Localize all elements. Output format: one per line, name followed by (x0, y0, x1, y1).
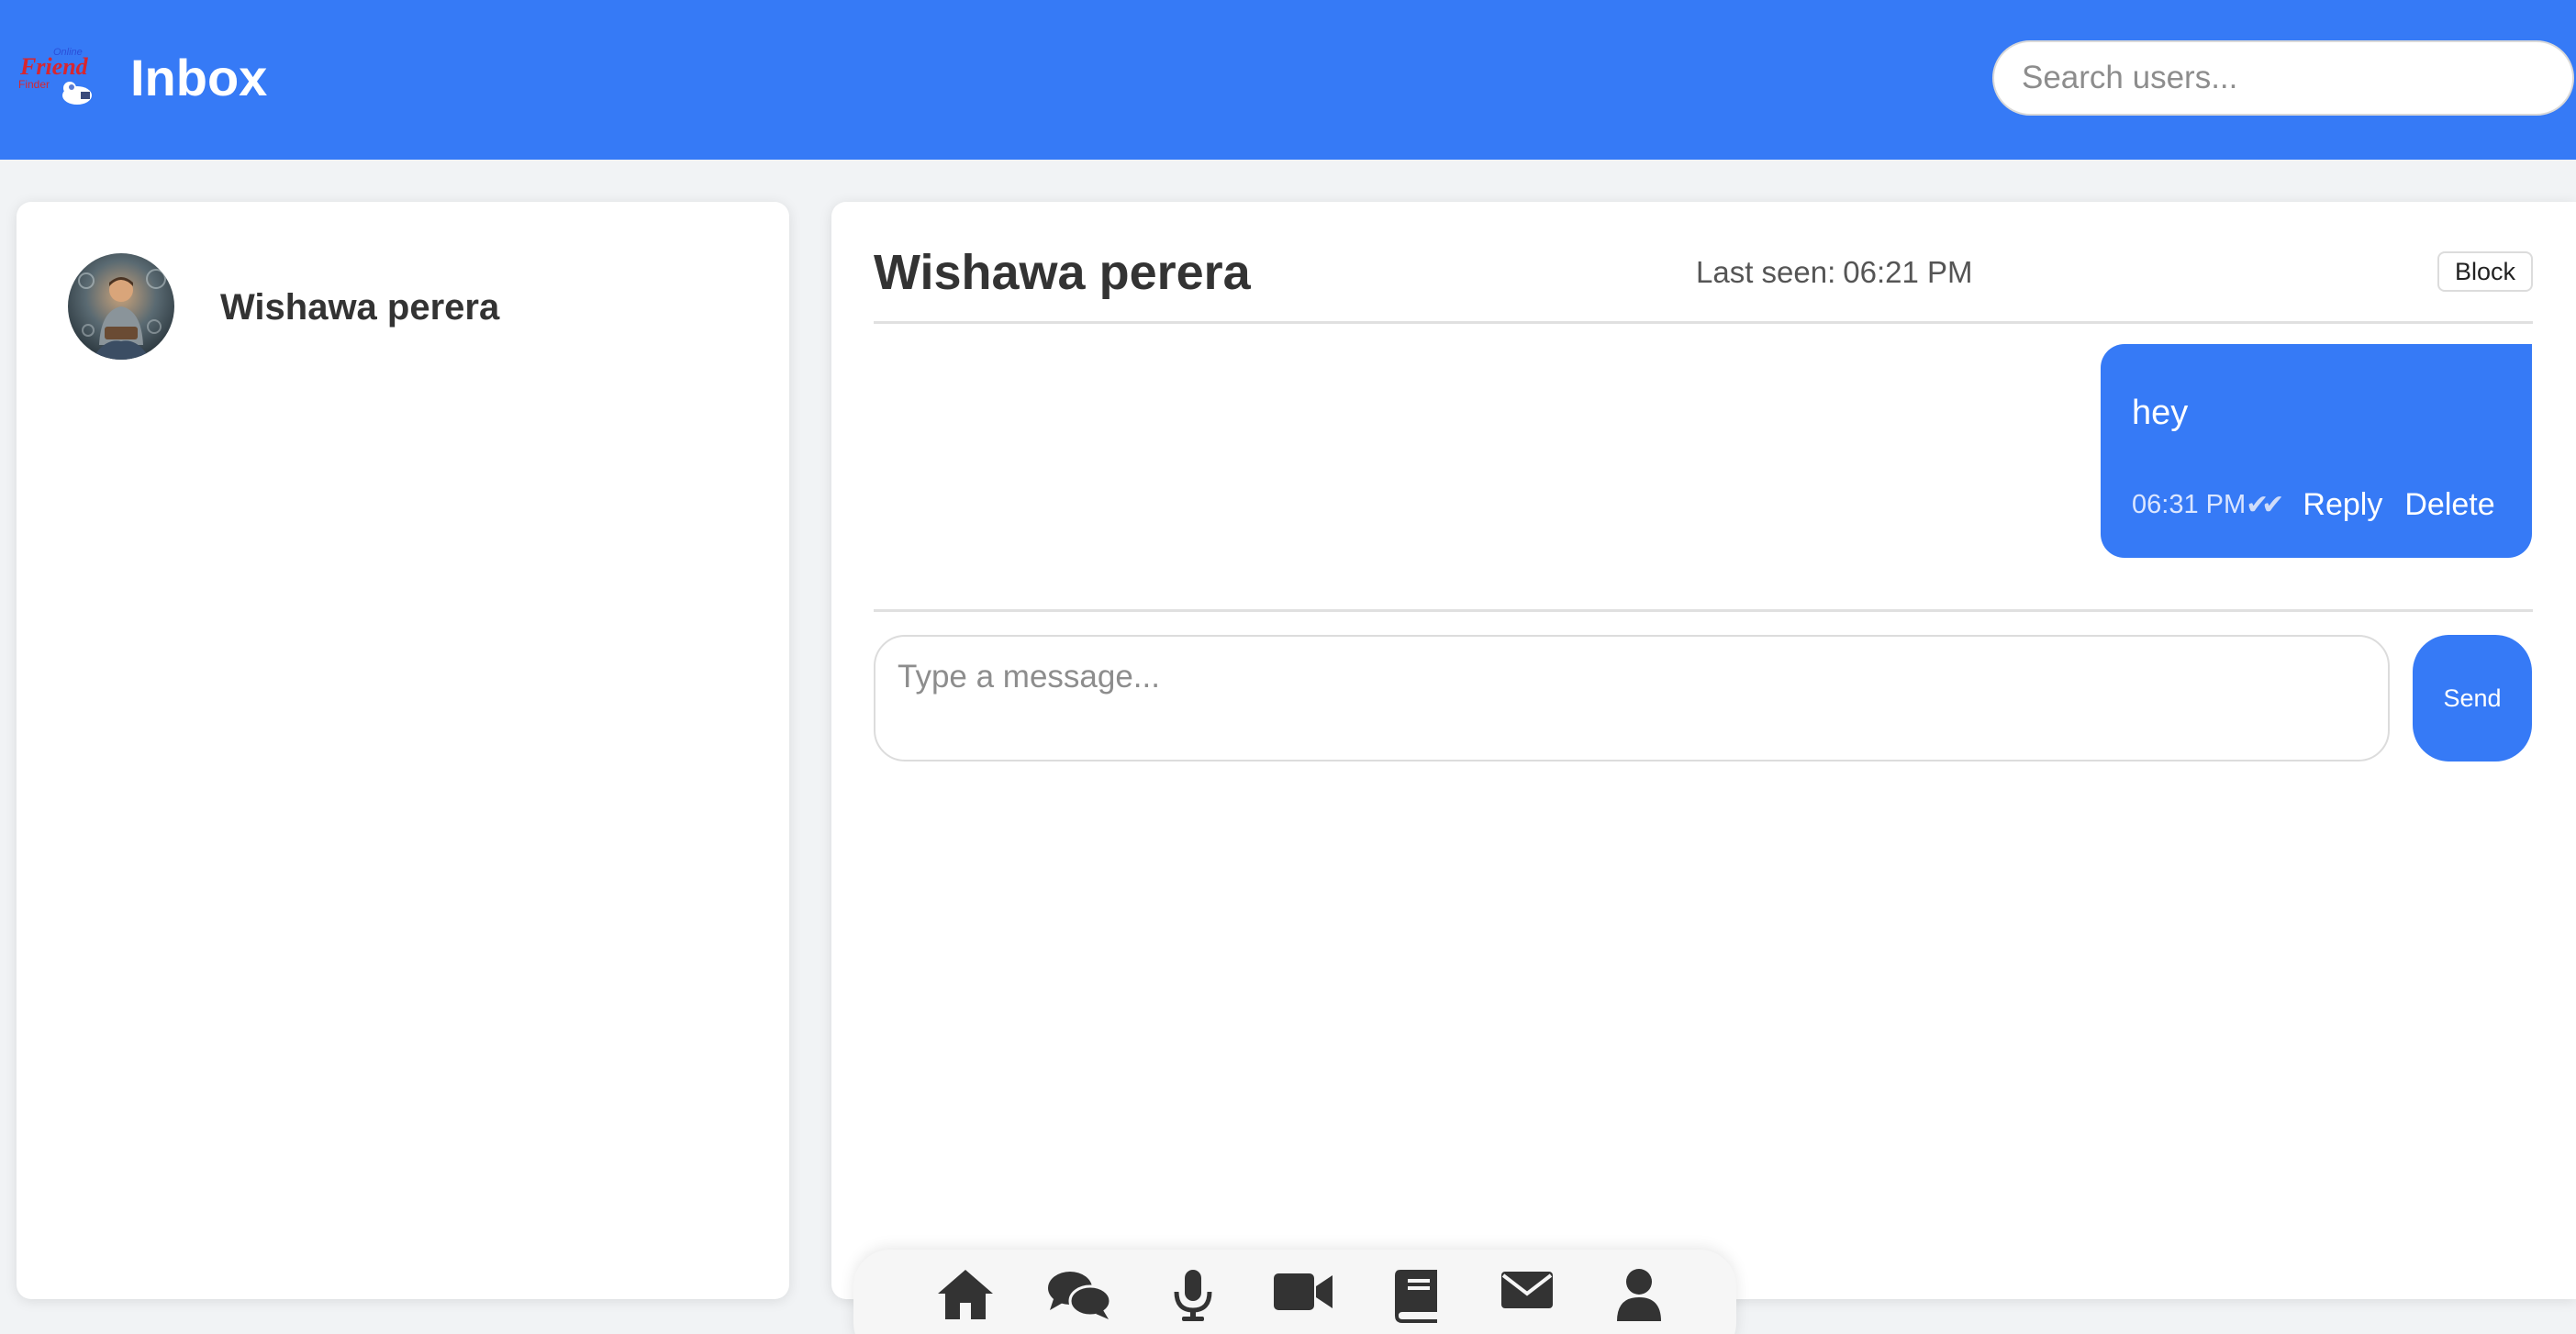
app-logo[interactable]: Online Friend Finder (17, 44, 101, 108)
avatar (68, 253, 174, 360)
chat-header-divider (874, 321, 2533, 324)
microphone-icon (1174, 1270, 1212, 1321)
svg-text:Friend: Friend (19, 53, 89, 80)
message-meta: 06:31 PM ✔✔ Reply Delete (2132, 484, 2517, 526)
page-title: Inbox (130, 49, 268, 106)
last-seen-label: Last seen: (1696, 255, 1836, 289)
user-icon (1617, 1269, 1661, 1321)
nav-chat[interactable] (1043, 1268, 1116, 1334)
reply-button[interactable]: Reply (2303, 487, 2382, 523)
nav-books[interactable] (1380, 1268, 1454, 1334)
bottom-nav (853, 1250, 1736, 1334)
read-receipt-icon: ✔✔ (2246, 489, 2284, 520)
send-button[interactable]: Send (2413, 635, 2532, 761)
message-bubble: hey 06:31 PM ✔✔ Reply Delete (2101, 344, 2532, 558)
chat-panel: Wishawa perera Last seen: 06:21 PM Block … (831, 202, 2576, 1299)
home-icon (938, 1270, 993, 1319)
video-icon (1274, 1273, 1333, 1310)
nav-profile[interactable] (1602, 1268, 1676, 1334)
message-text: hey (2132, 394, 2189, 432)
contact-item[interactable]: Wishawa perera (68, 253, 710, 361)
last-seen-time: 06:21 PM (1843, 255, 1973, 289)
delete-button[interactable]: Delete (2404, 487, 2494, 523)
mail-icon (1501, 1272, 1553, 1308)
composer-divider (874, 609, 2533, 612)
message-input[interactable] (874, 635, 2390, 761)
contact-name: Wishawa perera (220, 287, 500, 328)
chat-contact-name: Wishawa perera (874, 245, 1251, 300)
block-button[interactable]: Block (2437, 251, 2533, 292)
message-time: 06:31 PM (2132, 489, 2247, 519)
nav-voice[interactable] (1156, 1268, 1230, 1334)
svg-text:Finder: Finder (18, 78, 50, 91)
last-seen-status: Last seen: 06:21 PM (1696, 253, 1973, 292)
nav-mail[interactable] (1490, 1268, 1564, 1334)
book-icon (1395, 1270, 1437, 1323)
contacts-panel: Wishawa perera (17, 202, 789, 1299)
app-header: Online Friend Finder Inbox (0, 0, 2576, 160)
search-users-input[interactable] (1992, 40, 2574, 116)
nav-home[interactable] (929, 1268, 1002, 1334)
chat-icon (1048, 1272, 1112, 1319)
nav-video[interactable] (1266, 1268, 1340, 1334)
